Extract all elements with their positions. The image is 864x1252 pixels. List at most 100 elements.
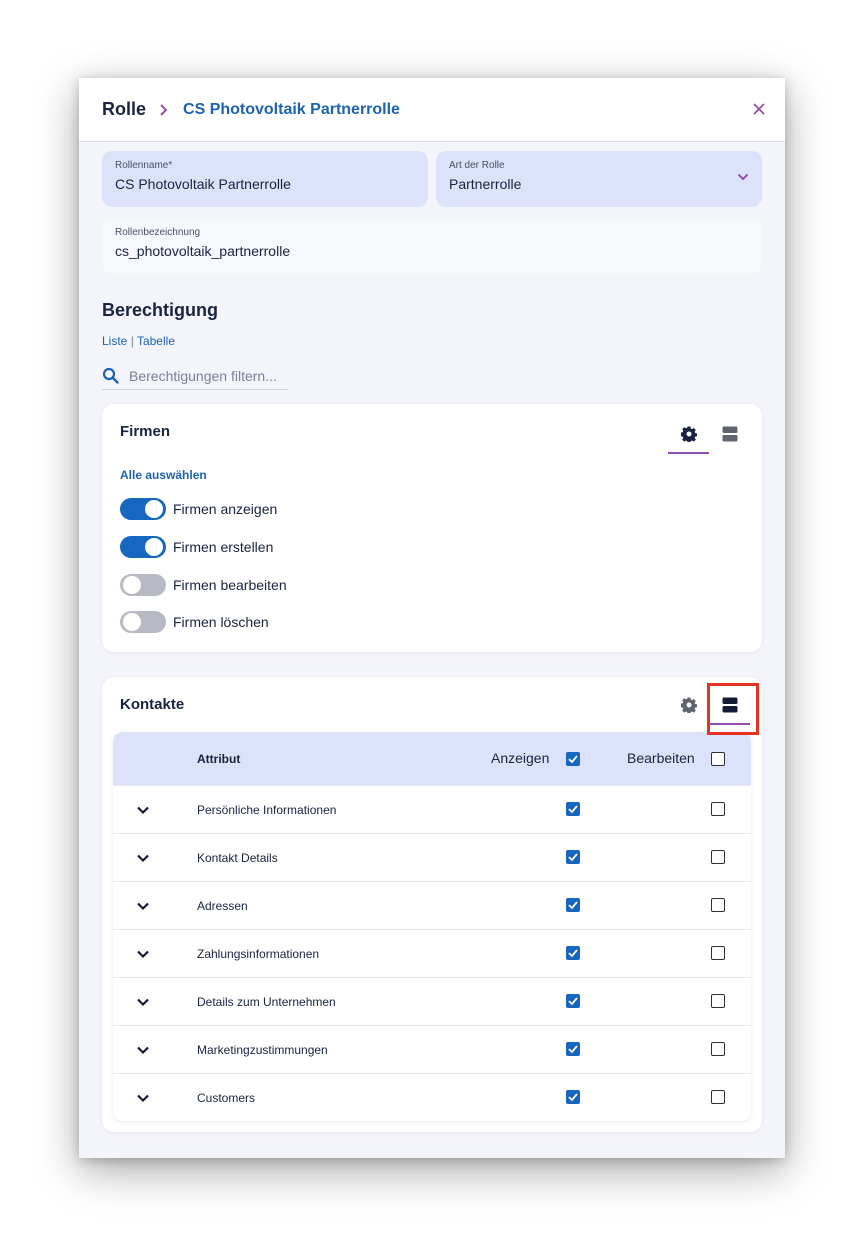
role-name-label: Rollenname* bbox=[115, 160, 173, 171]
row-edit-checkbox[interactable] bbox=[711, 1090, 725, 1104]
table-row: Zahlungsinformationen bbox=[113, 929, 751, 977]
role-type-select[interactable]: Art der Rolle Partnerrolle bbox=[436, 151, 762, 207]
column-header-attribute: Attribut bbox=[197, 752, 241, 766]
chevron-down-icon[interactable] bbox=[135, 994, 151, 1010]
row-show-checkbox[interactable] bbox=[566, 994, 580, 1008]
firmen-create-switch[interactable] bbox=[120, 536, 166, 558]
breadcrumb-current: CS Photovoltaik Partnerrolle bbox=[183, 100, 400, 118]
check-icon bbox=[568, 1093, 578, 1102]
row-edit-checkbox[interactable] bbox=[711, 898, 725, 912]
chevron-right-icon bbox=[160, 103, 168, 116]
chevron-down-icon[interactable] bbox=[135, 850, 151, 866]
chevron-down-icon[interactable] bbox=[135, 898, 151, 914]
table-row: Details zum Unternehmen bbox=[113, 977, 751, 1025]
check-icon bbox=[568, 901, 578, 910]
row-show-checkbox[interactable] bbox=[566, 802, 580, 816]
table-header: Attribut Anzeigen Bearbeiten bbox=[113, 732, 751, 785]
row-show-checkbox[interactable] bbox=[566, 898, 580, 912]
role-name-field[interactable]: Rollenname* CS Photovoltaik Partnerrolle bbox=[102, 151, 428, 207]
view-separator: | bbox=[130, 334, 134, 348]
gear-icon bbox=[680, 697, 697, 713]
role-key-label: Rollenbezeichnung bbox=[115, 227, 201, 238]
row-label: Customers bbox=[197, 1091, 256, 1105]
kontakte-table-view-button[interactable] bbox=[709, 685, 750, 725]
toggle-label: Firmen anzeigen bbox=[173, 501, 278, 517]
close-button[interactable] bbox=[749, 99, 769, 119]
kontakte-card: Kontakte Attribut Anzeigen Bearbeiten Pe… bbox=[102, 677, 762, 1132]
firmen-card: Firmen Alle auswählen Firmen anzeigen Fi… bbox=[102, 404, 762, 652]
row-edit-checkbox[interactable] bbox=[711, 1042, 725, 1056]
table-row: Persönliche Informationen bbox=[113, 785, 751, 833]
firmen-show-switch[interactable] bbox=[120, 498, 166, 520]
role-type-value: Partnerrolle bbox=[449, 176, 522, 192]
view-list-link[interactable]: Liste bbox=[102, 334, 127, 348]
firmen-settings-view-button[interactable] bbox=[668, 414, 709, 454]
check-icon bbox=[568, 997, 578, 1006]
firmen-view-toggle bbox=[668, 414, 750, 454]
view-switch-links: Liste | Tabelle bbox=[102, 334, 175, 348]
toggle-label: Firmen bearbeiten bbox=[173, 577, 287, 593]
row-label: Marketingzustimmungen bbox=[197, 1043, 328, 1057]
row-show-checkbox[interactable] bbox=[566, 1042, 580, 1056]
check-icon bbox=[568, 949, 578, 958]
row-edit-checkbox[interactable] bbox=[711, 850, 725, 864]
gear-icon bbox=[680, 426, 697, 442]
select-all-link[interactable]: Alle auswählen bbox=[120, 468, 207, 482]
check-icon bbox=[568, 805, 578, 814]
search-icon bbox=[102, 367, 119, 384]
row-edit-checkbox[interactable] bbox=[711, 802, 725, 816]
show-all-checkbox[interactable] bbox=[566, 752, 580, 766]
row-edit-checkbox[interactable] bbox=[711, 946, 725, 960]
toggle-row: Firmen bearbeiten bbox=[120, 574, 287, 596]
table-row: Kontakt Details bbox=[113, 833, 751, 881]
toggle-label: Firmen erstellen bbox=[173, 539, 274, 555]
row-label: Zahlungsinformationen bbox=[197, 947, 320, 961]
role-key-field[interactable]: Rollenbezeichnung cs_photovoltaik_partne… bbox=[102, 218, 762, 274]
table-view-icon bbox=[722, 697, 737, 713]
toggle-label: Firmen löschen bbox=[173, 614, 269, 630]
firmen-title: Firmen bbox=[120, 423, 171, 440]
breadcrumb-root[interactable]: Rolle bbox=[102, 99, 146, 120]
table-view-icon bbox=[722, 426, 737, 442]
table-row: Adressen bbox=[113, 881, 751, 929]
dialog-header: Rolle CS Photovoltaik Partnerrolle bbox=[79, 78, 785, 142]
table-row: Customers bbox=[113, 1073, 751, 1121]
column-header-show: Anzeigen bbox=[491, 750, 550, 766]
view-table-link[interactable]: Tabelle bbox=[137, 334, 175, 348]
row-edit-checkbox[interactable] bbox=[711, 994, 725, 1008]
chevron-down-icon[interactable] bbox=[135, 1090, 151, 1106]
edit-all-checkbox[interactable] bbox=[711, 752, 725, 766]
role-dialog: Rolle CS Photovoltaik Partnerrolle Rolle… bbox=[79, 78, 785, 1158]
table-row: Marketingzustimmungen bbox=[113, 1025, 751, 1073]
chevron-down-icon[interactable] bbox=[135, 1042, 151, 1058]
toggle-row: Firmen erstellen bbox=[120, 536, 273, 558]
kontakte-settings-view-button[interactable] bbox=[668, 685, 709, 725]
check-icon bbox=[568, 853, 578, 862]
chevron-down-icon[interactable] bbox=[135, 802, 151, 818]
row-label: Details zum Unternehmen bbox=[197, 995, 336, 1009]
kontakte-title: Kontakte bbox=[120, 696, 185, 713]
toggle-row: Firmen anzeigen bbox=[120, 498, 277, 520]
permission-search-input[interactable]: Berechtigungen filtern... bbox=[102, 362, 288, 390]
role-name-value: CS Photovoltaik Partnerrolle bbox=[115, 176, 291, 192]
row-label: Adressen bbox=[197, 899, 248, 913]
kontakte-permission-table: Attribut Anzeigen Bearbeiten Persönliche… bbox=[113, 732, 751, 1121]
permissions-title: Berechtigung bbox=[102, 300, 219, 320]
chevron-down-icon bbox=[737, 173, 749, 181]
row-show-checkbox[interactable] bbox=[566, 946, 580, 960]
kontakte-view-toggle bbox=[668, 685, 750, 725]
check-icon bbox=[568, 1045, 578, 1054]
column-header-edit: Bearbeiten bbox=[627, 750, 695, 766]
search-placeholder: Berechtigungen filtern... bbox=[129, 367, 277, 384]
role-key-value: cs_photovoltaik_partnerrolle bbox=[115, 243, 291, 259]
chevron-down-icon[interactable] bbox=[135, 946, 151, 962]
row-show-checkbox[interactable] bbox=[566, 1090, 580, 1104]
close-icon bbox=[753, 103, 765, 115]
toggle-row: Firmen löschen bbox=[120, 611, 269, 633]
firmen-edit-switch[interactable] bbox=[120, 574, 166, 596]
row-label: Persönliche Informationen bbox=[197, 803, 337, 817]
firmen-delete-switch[interactable] bbox=[120, 611, 166, 633]
firmen-table-view-button[interactable] bbox=[709, 414, 750, 454]
check-icon bbox=[568, 755, 578, 764]
row-show-checkbox[interactable] bbox=[566, 850, 580, 864]
